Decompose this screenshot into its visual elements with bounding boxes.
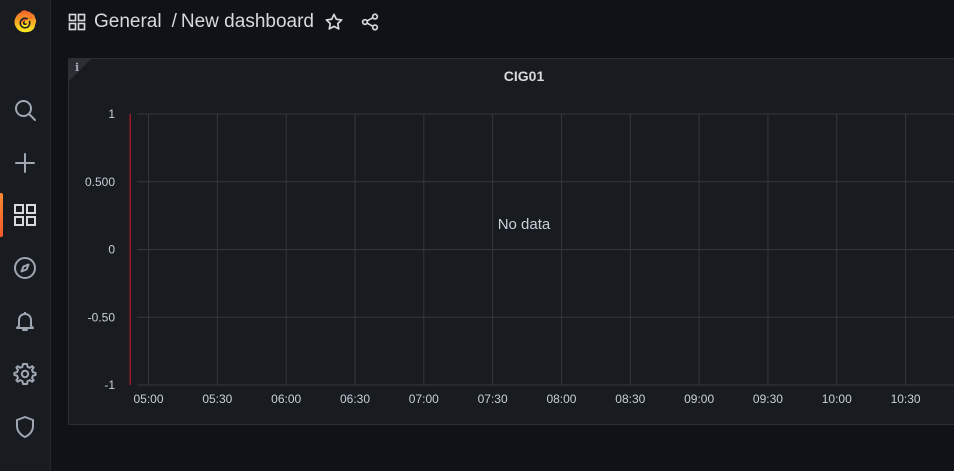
plus-icon bbox=[15, 153, 35, 173]
x-tick-label: 10:00 bbox=[822, 392, 852, 406]
star-icon[interactable] bbox=[324, 12, 344, 32]
x-tick-label: 10:30 bbox=[891, 392, 921, 406]
sidebar-item-alerting[interactable] bbox=[0, 299, 50, 343]
x-tick-label: 07:00 bbox=[409, 392, 439, 406]
gear-icon bbox=[13, 363, 37, 385]
sidebar bbox=[0, 0, 51, 471]
sidebar-item-explore[interactable] bbox=[0, 246, 50, 290]
dashboards-grid-icon bbox=[14, 204, 36, 226]
bell-icon bbox=[16, 312, 34, 331]
sidebar-item-search[interactable] bbox=[0, 88, 50, 132]
x-tick-label: 06:00 bbox=[271, 392, 301, 406]
grafana-logo[interactable] bbox=[0, 0, 50, 44]
x-tick-label: 06:30 bbox=[340, 392, 370, 406]
x-tick-label: 05:30 bbox=[202, 392, 232, 406]
dashboard-title[interactable]: New dashboard bbox=[181, 11, 314, 33]
x-tick-label: 05:00 bbox=[134, 392, 164, 406]
y-tick-label: -0.50 bbox=[88, 310, 116, 324]
sidebar-item-dashboards[interactable] bbox=[0, 193, 50, 237]
x-tick-label: 08:00 bbox=[546, 392, 576, 406]
graph-chart: 1 0.500 0 -0.50 -1 05:00 05:30 06:00 06:30 07:00 0… bbox=[85, 107, 954, 406]
dashboards-grid-icon bbox=[68, 13, 86, 31]
breadcrumb-folder[interactable]: General bbox=[94, 11, 162, 33]
x-tick-label: 08:30 bbox=[615, 392, 645, 406]
x-tick-label: 09:00 bbox=[684, 392, 714, 406]
y-tick-label: 1 bbox=[108, 107, 115, 121]
y-tick-label: -1 bbox=[104, 378, 115, 392]
grafana-logo-icon bbox=[14, 10, 37, 33]
share-icon[interactable] bbox=[360, 12, 380, 32]
compass-icon bbox=[14, 257, 36, 279]
y-tick-label: 0 bbox=[108, 243, 115, 257]
sidebar-item-create[interactable] bbox=[0, 141, 50, 185]
x-tick-label: 07:30 bbox=[478, 392, 508, 406]
no-data-message: No data bbox=[498, 216, 551, 233]
sidebar-item-server-admin[interactable] bbox=[0, 405, 50, 449]
shield-icon bbox=[16, 416, 34, 438]
x-tick-label: 09:30 bbox=[753, 392, 783, 406]
y-tick-label: 0.500 bbox=[85, 175, 115, 189]
graph-panel[interactable]: i CIG01 1 0.500 0 -0.50 -1 05:00 05:30 06:00 06:… bbox=[68, 58, 954, 425]
search-icon bbox=[15, 100, 36, 121]
dashboard-nav: General / New dashboard bbox=[51, 0, 954, 44]
sidebar-item-configuration[interactable] bbox=[0, 352, 50, 396]
breadcrumb-separator: / bbox=[171, 11, 177, 32]
